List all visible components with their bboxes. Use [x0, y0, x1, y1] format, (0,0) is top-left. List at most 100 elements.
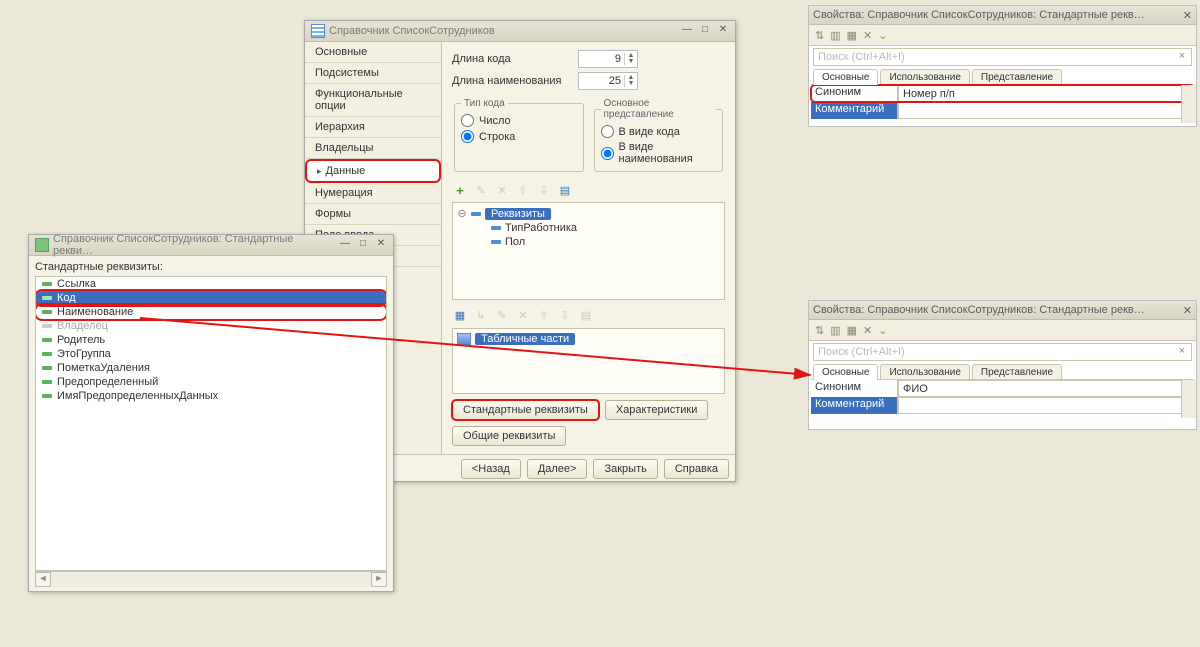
- radio-string[interactable]: Строка: [461, 130, 577, 143]
- nav-item-subsystems[interactable]: Подсистемы: [305, 63, 441, 84]
- tab-main[interactable]: Основные: [813, 364, 878, 380]
- close-icon[interactable]: ✕: [1183, 9, 1192, 22]
- list-item[interactable]: ЭтоГруппа: [36, 347, 386, 361]
- prop-titlebar[interactable]: Свойства: Справочник СписокСотрудников: …: [809, 6, 1196, 25]
- row-synonym[interactable]: Синоним Номер п/п: [811, 85, 1194, 102]
- close-button[interactable]: Закрыть: [593, 459, 657, 479]
- nav-item-data[interactable]: Данные: [305, 159, 441, 183]
- std-attrs-list[interactable]: СсылкаКодНаименованиеВладелецРодительЭто…: [35, 276, 387, 571]
- row-synonym[interactable]: Синоним ФИО: [811, 380, 1194, 397]
- row-comment[interactable]: Комментарий: [811, 102, 1194, 119]
- add-icon[interactable]: +: [452, 182, 468, 198]
- prop-titlebar[interactable]: Свойства: Справочник СписокСотрудников: …: [809, 301, 1196, 320]
- spinner-arrows[interactable]: ▲▼: [624, 53, 637, 65]
- close-button[interactable]: ✕: [715, 24, 731, 38]
- list-item[interactable]: Родитель: [36, 333, 386, 347]
- synonym-value[interactable]: ФИО: [898, 380, 1194, 397]
- filter-icon[interactable]: ▥: [830, 29, 840, 42]
- edit-icon[interactable]: ✎: [473, 182, 489, 198]
- minimize-button[interactable]: —: [679, 24, 695, 38]
- down-icon[interactable]: ⇩: [536, 182, 552, 198]
- scroll-left-icon[interactable]: ◄: [35, 572, 51, 587]
- sort-icon[interactable]: ⇅: [815, 29, 824, 42]
- radio-number[interactable]: Число: [461, 114, 577, 127]
- code-len-spinner[interactable]: 9 ▲▼: [578, 50, 638, 68]
- list-item[interactable]: Код: [36, 291, 386, 305]
- nav-item-funcopt[interactable]: Функциональные опции: [305, 84, 441, 117]
- spinner-arrows[interactable]: ▲▼: [624, 75, 637, 87]
- v-scrollbar[interactable]: [1181, 85, 1196, 123]
- name-len-spinner[interactable]: 25 ▲▼: [578, 72, 638, 90]
- tab-presentation[interactable]: Представление: [972, 69, 1062, 85]
- tree-minus-icon[interactable]: ⊖: [457, 207, 467, 220]
- v-scrollbar[interactable]: [1181, 380, 1196, 418]
- tree-leaf[interactable]: ТипРаботника: [491, 222, 720, 234]
- add-col-icon[interactable]: ↳: [473, 308, 489, 324]
- minimize-button[interactable]: —: [337, 238, 353, 252]
- list-item[interactable]: Предопределенный: [36, 375, 386, 389]
- tree-leaf[interactable]: Пол: [491, 236, 720, 248]
- close-button[interactable]: ✕: [373, 238, 389, 252]
- up-icon[interactable]: ⇧: [515, 182, 531, 198]
- list-item[interactable]: ИмяПредопределенныхДанных: [36, 389, 386, 403]
- tabparts-tree[interactable]: Табличные части: [452, 328, 725, 394]
- nav-item-main[interactable]: Основные: [305, 42, 441, 63]
- nav-item-hierarchy[interactable]: Иерархия: [305, 117, 441, 138]
- h-scrollbar[interactable]: ◄ ►: [35, 571, 387, 587]
- tab-usage[interactable]: Использование: [880, 364, 969, 380]
- search-clear-icon[interactable]: ×: [1175, 49, 1189, 63]
- row-comment[interactable]: Комментарий: [811, 397, 1194, 414]
- attrs-root-label[interactable]: Реквизиты: [485, 208, 551, 220]
- radio-number-input[interactable]: [461, 114, 474, 127]
- radio-string-input[interactable]: [461, 130, 474, 143]
- left-titlebar[interactable]: Справочник СписокСотрудников: Стандартны…: [29, 235, 393, 256]
- tab-main[interactable]: Основные: [813, 69, 878, 85]
- nav-item-numbering[interactable]: Нумерация: [305, 183, 441, 204]
- clear-icon[interactable]: ✕: [863, 29, 872, 42]
- tab-presentation[interactable]: Представление: [972, 364, 1062, 380]
- delete-icon[interactable]: ✕: [494, 182, 510, 198]
- radio-as-code[interactable]: В виде кода: [601, 125, 717, 138]
- filter-icon[interactable]: ▥: [830, 324, 840, 337]
- attrs-tree[interactable]: ⊖ Реквизиты ТипРаботника Пол: [452, 202, 725, 300]
- sort-icon[interactable]: ▤: [578, 308, 594, 324]
- list-item[interactable]: ПометкаУдаления: [36, 361, 386, 375]
- categories-icon[interactable]: ▦: [847, 29, 857, 42]
- nav-item-owners[interactable]: Владельцы: [305, 138, 441, 159]
- list-item[interactable]: Ссылка: [36, 277, 386, 291]
- common-attrs-button[interactable]: Общие реквизиты: [452, 426, 566, 446]
- next-button[interactable]: Далее>: [527, 459, 588, 479]
- categories-icon[interactable]: ▦: [847, 324, 857, 337]
- down-icon[interactable]: ⇩: [557, 308, 573, 324]
- comment-value[interactable]: [898, 397, 1194, 414]
- tab-usage[interactable]: Использование: [880, 69, 969, 85]
- radio-as-code-input[interactable]: [601, 125, 614, 138]
- list-item[interactable]: Наименование: [36, 305, 386, 319]
- radio-as-name[interactable]: В виде наименования: [601, 141, 717, 165]
- tabparts-root-label[interactable]: Табличные части: [475, 333, 575, 345]
- chevron-down-icon[interactable]: ⌄: [878, 324, 887, 337]
- add-tabpart-icon[interactable]: ▦: [452, 308, 468, 324]
- nav-item-forms[interactable]: Формы: [305, 204, 441, 225]
- chevron-down-icon[interactable]: ⌄: [878, 29, 887, 42]
- edit-icon[interactable]: ✎: [494, 308, 510, 324]
- comment-value[interactable]: [898, 102, 1194, 119]
- prop-search[interactable]: Поиск (Ctrl+Alt+I) ×: [813, 343, 1192, 361]
- std-attrs-button[interactable]: Стандартные реквизиты: [452, 400, 599, 420]
- back-button[interactable]: <Назад: [461, 459, 521, 479]
- search-clear-icon[interactable]: ×: [1175, 344, 1189, 358]
- maximize-button[interactable]: □: [355, 238, 371, 252]
- list-item[interactable]: Владелец: [36, 319, 386, 333]
- clear-icon[interactable]: ✕: [863, 324, 872, 337]
- up-icon[interactable]: ⇧: [536, 308, 552, 324]
- synonym-value[interactable]: Номер п/п: [898, 85, 1194, 102]
- characteristics-button[interactable]: Характеристики: [605, 400, 709, 420]
- prop-search[interactable]: Поиск (Ctrl+Alt+I) ×: [813, 48, 1192, 66]
- sort-icon[interactable]: ⇅: [815, 324, 824, 337]
- maximize-button[interactable]: □: [697, 24, 713, 38]
- help-button[interactable]: Справка: [664, 459, 729, 479]
- scroll-right-icon[interactable]: ►: [371, 572, 387, 587]
- close-icon[interactable]: ✕: [1183, 304, 1192, 317]
- radio-as-name-input[interactable]: [601, 147, 614, 160]
- sort-icon[interactable]: ▤: [557, 182, 573, 198]
